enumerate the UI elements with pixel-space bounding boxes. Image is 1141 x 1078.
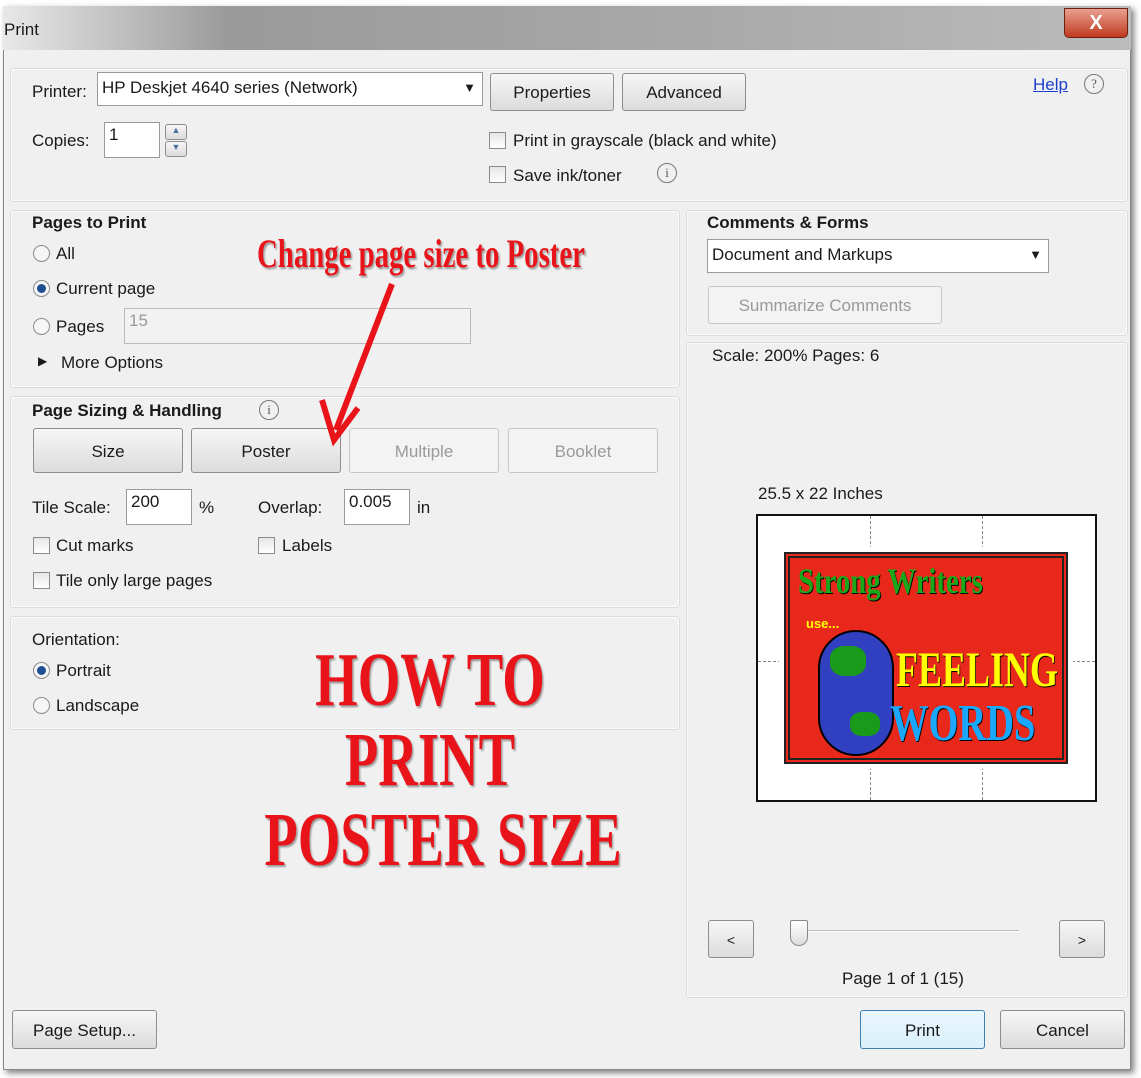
headline-line: HOW TO xyxy=(315,638,545,722)
headline-line: PRINT xyxy=(344,718,516,802)
arrow-shaft xyxy=(333,282,395,432)
annotation-arrow xyxy=(319,282,395,447)
headline: HOW TO PRINT POSTER SIZE xyxy=(200,640,660,880)
headline-line: POSTER SIZE xyxy=(264,798,622,882)
